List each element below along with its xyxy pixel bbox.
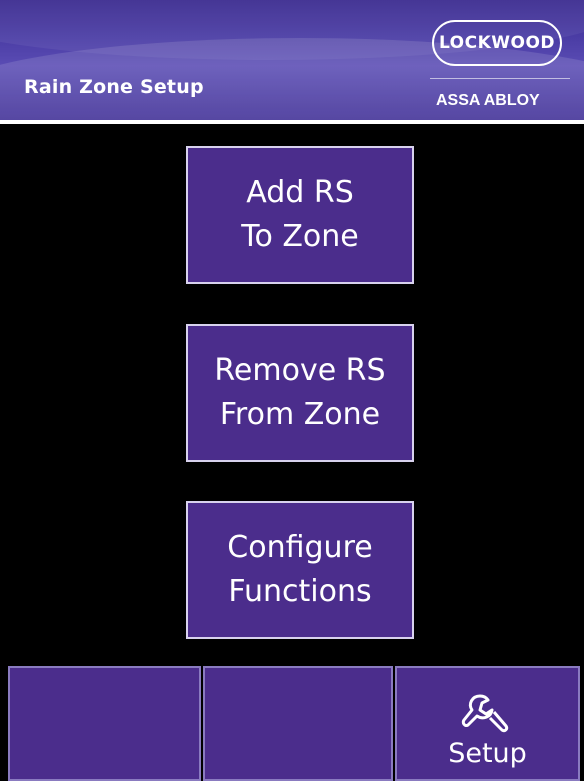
wrench-icon [461, 694, 508, 733]
setup-label: Setup [448, 738, 527, 769]
add-rs-to-zone-label: Add RS To Zone [241, 175, 359, 254]
configure-functions-button[interactable]: Configure Functions [186, 501, 414, 639]
add-rs-to-zone-button[interactable]: Add RS To Zone [186, 146, 414, 284]
app-header: Rain Zone Setup LOCKWOOD ASSA ABLOY [0, 0, 584, 120]
brand-name: ASSA ABLOY [436, 92, 540, 109]
remove-rs-from-zone-label: Remove RS From Zone [214, 353, 386, 432]
logo-divider [430, 78, 570, 79]
header-divider [0, 120, 584, 124]
configure-functions-label: Configure Functions [227, 530, 373, 609]
toolbar-button-1[interactable] [8, 666, 201, 781]
bottom-toolbar: Setup [0, 664, 584, 781]
remove-rs-from-zone-button[interactable]: Remove RS From Zone [186, 324, 414, 462]
toolbar-button-2[interactable] [203, 666, 393, 781]
setup-button[interactable]: Setup [395, 666, 580, 781]
page-title: Rain Zone Setup [24, 76, 204, 98]
lockwood-logo: LOCKWOOD [432, 20, 562, 66]
logo-text: LOCKWOOD [438, 33, 556, 53]
